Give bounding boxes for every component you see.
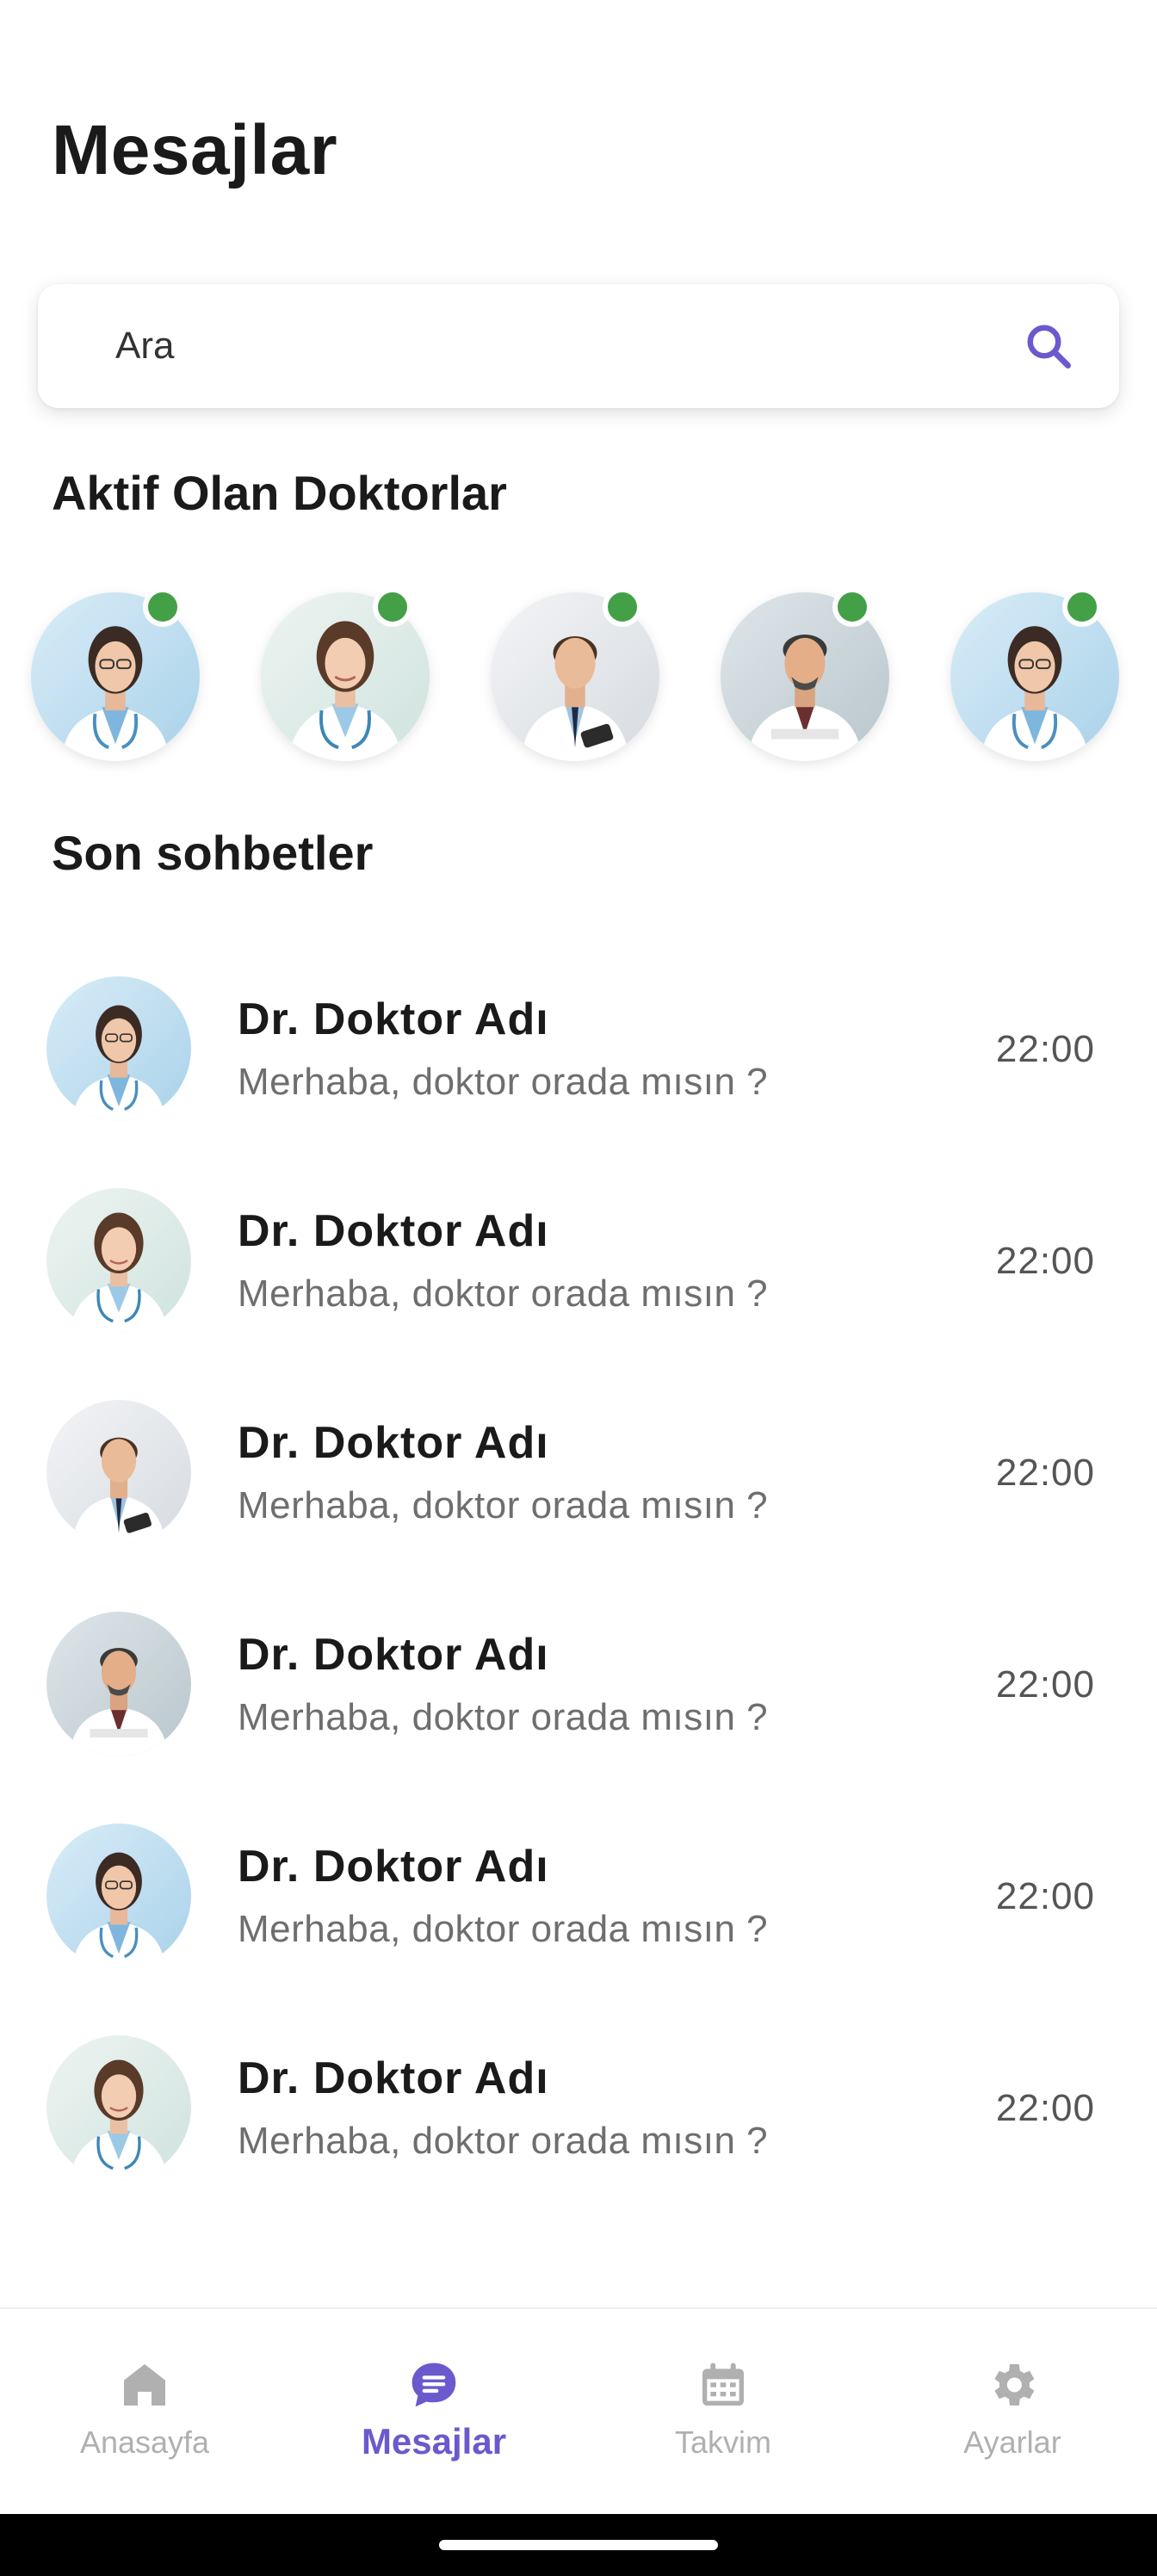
online-indicator xyxy=(603,587,642,627)
chat-last-message: Merhaba, doktor orada mısın ? xyxy=(238,1061,769,1103)
nav-label: Mesajlar xyxy=(361,2421,507,2461)
active-doctor-item[interactable] xyxy=(721,587,889,761)
bottom-navigation: Anasayfa Mesajlar Takvim Ayarlar xyxy=(0,2307,1157,2514)
avatar xyxy=(46,976,191,1121)
chat-list-item[interactable]: Dr. Doktor Adı Merhaba, doktor orada mıs… xyxy=(0,1596,1157,1808)
chat-doctor-name: Dr. Doktor Adı xyxy=(238,1206,549,1256)
nav-label: Takvim xyxy=(674,2424,771,2460)
online-indicator xyxy=(143,587,183,627)
chat-last-message: Merhaba, doktor orada mısın ? xyxy=(238,1273,769,1315)
active-doctor-item[interactable] xyxy=(491,587,659,761)
gear-icon xyxy=(994,2364,1035,2406)
chat-time: 22:00 xyxy=(995,1028,1095,1070)
chat-list: Dr. Doktor Adı Merhaba, doktor orada mıs… xyxy=(0,961,1157,2232)
nav-item-messages[interactable]: Mesajlar xyxy=(289,2309,578,2516)
chat-list-item[interactable]: Dr. Doktor Adı Merhaba, doktor orada mıs… xyxy=(0,961,1157,1173)
chat-time: 22:00 xyxy=(995,1663,1095,1706)
avatar xyxy=(46,1612,191,1756)
chat-last-message: Merhaba, doktor orada mısın ? xyxy=(238,1908,769,1950)
chat-doctor-name: Dr. Doktor Adı xyxy=(238,1630,549,1680)
chat-last-message: Merhaba, doktor orada mısın ? xyxy=(238,1696,769,1738)
nav-item-calendar[interactable]: Takvim xyxy=(578,2309,868,2516)
online-indicator xyxy=(832,587,872,627)
avatar xyxy=(46,1824,191,1968)
active-doctor-item[interactable] xyxy=(31,587,200,761)
online-indicator xyxy=(373,587,412,627)
nav-item-home[interactable]: Anasayfa xyxy=(0,2309,289,2516)
nav-label: Anasayfa xyxy=(79,2424,210,2460)
chat-time: 22:00 xyxy=(995,2087,1095,2129)
page-title: Mesajlar xyxy=(52,111,338,189)
chat-last-message: Merhaba, doktor orada mısın ? xyxy=(238,1484,769,1526)
chat-list-item[interactable]: Dr. Doktor Adı Merhaba, doktor orada mıs… xyxy=(0,2020,1157,2232)
chat-bubble-icon xyxy=(411,2362,456,2407)
active-doctors-list xyxy=(0,585,1157,766)
chat-list-item[interactable]: Dr. Doktor Adı Merhaba, doktor orada mıs… xyxy=(0,1384,1157,1596)
active-doctor-item[interactable] xyxy=(950,587,1119,761)
search-icon[interactable] xyxy=(1023,320,1074,372)
avatar xyxy=(46,1400,191,1545)
active-doctors-title: Aktif Olan Doktorlar xyxy=(52,466,507,520)
avatar xyxy=(46,2035,191,2180)
chat-time: 22:00 xyxy=(995,1875,1095,1917)
chat-doctor-name: Dr. Doktor Adı xyxy=(238,1418,549,1468)
search-bar[interactable] xyxy=(38,284,1119,408)
calendar-icon xyxy=(702,2362,744,2406)
home-icon xyxy=(124,2364,165,2406)
chat-time: 22:00 xyxy=(995,1452,1095,1494)
chat-doctor-name: Dr. Doktor Adı xyxy=(238,2053,549,2103)
chat-time: 22:00 xyxy=(995,1240,1095,1282)
recent-chats-title: Son sohbetler xyxy=(52,826,374,880)
nav-label: Ayarlar xyxy=(963,2424,1061,2460)
chat-doctor-name: Dr. Doktor Adı xyxy=(238,1842,549,1892)
online-indicator xyxy=(1062,587,1102,627)
nav-item-settings[interactable]: Ayarlar xyxy=(868,2309,1157,2516)
chat-doctor-name: Dr. Doktor Adı xyxy=(238,994,549,1044)
search-input[interactable] xyxy=(115,303,976,389)
active-doctor-item[interactable] xyxy=(261,587,430,761)
home-gesture-handle[interactable] xyxy=(439,2540,718,2550)
avatar xyxy=(46,1188,191,1333)
chat-list-item[interactable]: Dr. Doktor Adı Merhaba, doktor orada mıs… xyxy=(0,1173,1157,1384)
messages-screen: Mesajlar Aktif Olan Doktorlar xyxy=(0,0,1157,2576)
system-navigation-bar xyxy=(0,2514,1157,2576)
chat-last-message: Merhaba, doktor orada mısın ? xyxy=(238,2120,769,2162)
chat-list-item[interactable]: Dr. Doktor Adı Merhaba, doktor orada mıs… xyxy=(0,1808,1157,2020)
